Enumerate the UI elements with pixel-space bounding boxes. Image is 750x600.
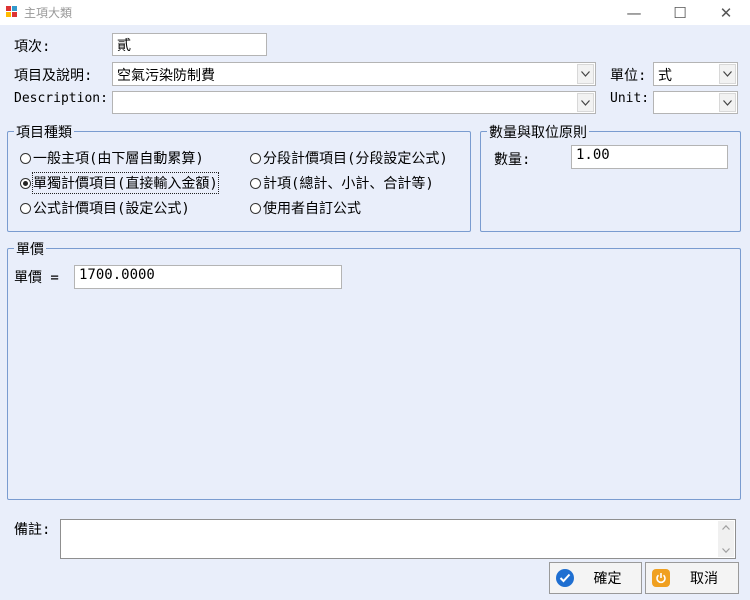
power-icon	[652, 569, 670, 587]
radio-button-icon	[20, 152, 31, 164]
radio-segment-price-item[interactable]: 分段計價項目(分段設定公式)	[250, 148, 448, 168]
title-bar: 主項大類 — ☐ ✕	[0, 0, 750, 25]
unit-price-label: 單價 =	[14, 270, 59, 286]
unit-en-label: Unit:	[610, 91, 650, 106]
chevron-down-icon	[581, 71, 590, 77]
unit-label: 單位:	[610, 68, 647, 84]
close-button[interactable]: ✕	[703, 0, 749, 25]
cancel-button[interactable]: 取消	[645, 562, 739, 594]
item-no-input[interactable]: 貳	[112, 33, 267, 56]
description-combo[interactable]	[112, 91, 596, 114]
radio-button-icon	[250, 202, 261, 214]
unit-price-input[interactable]: 1700.0000	[74, 265, 342, 289]
app-window-icon	[6, 6, 18, 18]
unit-price-legend: 單價	[14, 239, 46, 259]
maximize-icon: ☐	[673, 3, 687, 22]
unit-value: 式	[658, 68, 672, 84]
item-desc-label: 項目及說明:	[14, 68, 93, 84]
dropdown-button[interactable]	[719, 93, 736, 112]
window-title: 主項大類	[24, 6, 73, 20]
quantity-input[interactable]: 1.00	[571, 145, 728, 169]
chevron-down-icon	[581, 99, 590, 106]
cancel-button-label: 取消	[690, 571, 718, 587]
ok-button-label: 確定	[593, 571, 622, 587]
unit-en-combo[interactable]	[653, 91, 738, 114]
item-type-legend: 項目種類	[14, 122, 74, 142]
chevron-down-icon	[723, 99, 732, 106]
radio-button-icon	[20, 177, 31, 189]
maximize-button[interactable]: ☐	[657, 0, 703, 25]
item-no-label: 項次:	[14, 39, 51, 55]
ok-button[interactable]: 確定	[549, 562, 642, 594]
chevron-down-icon	[723, 71, 732, 77]
radio-user-formula[interactable]: 使用者自訂公式	[250, 198, 361, 218]
radio-single-price-item[interactable]: 單獨計價項目(直接輸入金額)	[20, 172, 219, 194]
dropdown-button[interactable]	[719, 64, 736, 84]
quantity-label: 數量:	[494, 152, 531, 168]
unit-combo[interactable]: 式	[653, 62, 738, 86]
quantity-legend: 數量與取位原則	[487, 122, 589, 142]
radio-button-icon	[250, 177, 261, 189]
scroll-up-icon[interactable]	[722, 525, 730, 530]
minimize-button[interactable]: —	[611, 0, 657, 25]
dropdown-button[interactable]	[577, 93, 594, 112]
item-desc-value: 空氣污染防制費	[117, 68, 215, 84]
radio-button-icon	[20, 202, 31, 214]
remark-textarea[interactable]	[60, 519, 736, 559]
radio-button-icon	[250, 152, 261, 164]
scroll-down-icon[interactable]	[722, 548, 730, 553]
remark-scrollbar[interactable]	[718, 521, 734, 557]
check-circle-icon	[556, 569, 574, 587]
item-desc-combo[interactable]: 空氣污染防制費	[112, 62, 596, 86]
minimize-icon: —	[626, 3, 642, 22]
close-icon: ✕	[719, 3, 733, 22]
radio-total-item[interactable]: 計項(總計、小計、合計等)	[250, 173, 434, 193]
description-label: Description:	[14, 91, 108, 106]
radio-general-item[interactable]: 一般主項(由下層自動累算)	[20, 148, 204, 168]
radio-formula-item[interactable]: 公式計價項目(設定公式)	[20, 198, 190, 218]
remark-label: 備註:	[14, 522, 51, 538]
dropdown-button[interactable]	[577, 64, 594, 84]
